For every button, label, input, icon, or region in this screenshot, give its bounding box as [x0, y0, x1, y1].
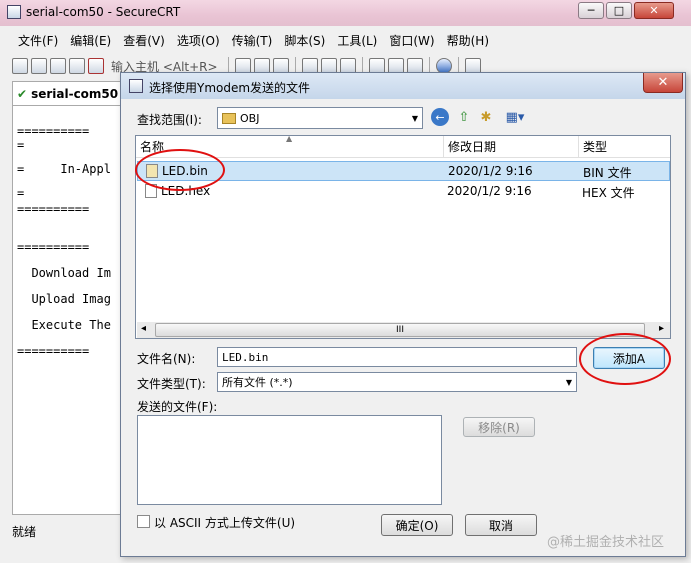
terminal-line: ==========	[17, 124, 90, 138]
filetype-combo[interactable]: 所有文件 (*.*) ▼	[217, 372, 577, 392]
terminal-line: ==========	[17, 202, 90, 216]
back-icon[interactable]: ←	[431, 108, 449, 126]
dialog-titlebar: 选择使用Ymodem发送的文件 ✕	[121, 73, 685, 99]
look-in-label: 查找范围(I):	[137, 113, 202, 127]
new-folder-icon[interactable]: ✱	[477, 108, 495, 126]
ymodem-file-dialog: 选择使用Ymodem发送的文件 ✕ 查找范围(I): OBJ ▼ ← ⇧ ✱ ▦…	[120, 72, 686, 557]
look-in-value: OBJ	[240, 111, 260, 125]
terminal-line: ==========	[17, 240, 90, 254]
status-text: 就绪	[12, 524, 37, 539]
menu-script[interactable]: 脚本(S)	[278, 30, 331, 50]
ascii-checkbox[interactable]	[137, 515, 150, 528]
cancel-button[interactable]: 取消	[465, 514, 537, 536]
terminal-line: =	[17, 138, 25, 152]
menu-bar: 文件(F) 编辑(E) 查看(V) 选项(O) 传输(T) 脚本(S) 工具(L…	[12, 30, 495, 50]
menu-help[interactable]: 帮助(H)	[441, 30, 495, 50]
annotation-ellipse	[579, 333, 671, 385]
terminal-line: Upload Imag	[17, 292, 111, 306]
menu-transfer[interactable]: 传输(T)	[226, 30, 279, 50]
connect-tab-icon[interactable]	[50, 58, 66, 74]
file-type: BIN 文件	[583, 166, 632, 180]
maximize-button[interactable]: □	[606, 2, 632, 19]
ascii-label: 以 ASCII 方式上传文件(U)	[154, 516, 296, 530]
horizontal-scrollbar[interactable]: ◂ III ▸	[137, 322, 670, 338]
terminal-line: ==========	[17, 344, 90, 358]
quick-connect-icon[interactable]	[31, 58, 47, 74]
window-titlebar: serial-com50 - SecureCRT ─ □ ✕	[0, 0, 691, 26]
connect-icon[interactable]	[12, 58, 28, 74]
minimize-button[interactable]: ─	[578, 2, 604, 19]
file-date: 2020/1/2 9:16	[447, 184, 532, 198]
disconnect-icon[interactable]	[88, 58, 104, 74]
remove-button[interactable]: 移除(R)	[463, 417, 535, 437]
menu-tools[interactable]: 工具(L)	[331, 30, 383, 50]
dialog-title: 选择使用Ymodem发送的文件	[149, 81, 311, 95]
scroll-left-icon[interactable]: ◂	[141, 323, 146, 334]
close-button[interactable]: ✕	[634, 2, 674, 19]
dialog-icon	[129, 79, 143, 93]
tab-session[interactable]: ✔ serial-com50	[12, 81, 122, 105]
view-menu-icon[interactable]: ▦▾	[501, 108, 529, 126]
annotation-ellipse	[135, 149, 225, 191]
column-header-date[interactable]: 修改日期	[444, 136, 579, 158]
terminal-line: = In-Appl	[17, 162, 111, 176]
tab-label: serial-com50	[31, 86, 119, 101]
terminal-line: =	[17, 186, 25, 200]
menu-window[interactable]: 窗口(W)	[383, 30, 440, 50]
sort-arrow-icon: ▲	[286, 135, 293, 143]
connected-check-icon: ✔	[17, 86, 28, 101]
scroll-right-icon[interactable]: ▸	[659, 323, 664, 334]
menu-view[interactable]: 查看(V)	[117, 30, 171, 50]
look-in-combo[interactable]: OBJ ▼	[217, 107, 423, 129]
ok-button[interactable]: 确定(O)	[381, 514, 453, 536]
chevron-down-icon: ▼	[411, 113, 419, 123]
sent-files-list[interactable]	[137, 415, 442, 505]
dialog-close-button[interactable]: ✕	[643, 73, 683, 93]
filename-input[interactable]: LED.bin	[217, 347, 577, 367]
up-folder-icon[interactable]: ⇧	[455, 108, 473, 126]
terminal-line: Execute The	[17, 318, 111, 332]
filetype-label: 文件类型(T):	[137, 377, 206, 391]
menu-edit[interactable]: 编辑(E)	[64, 30, 117, 50]
watermark-text: @稀土掘金技术社区	[547, 535, 665, 550]
sent-files-label: 发送的文件(F):	[137, 400, 218, 414]
window-title: serial-com50 - SecureCRT	[26, 5, 181, 19]
filename-label: 文件名(N):	[137, 352, 196, 366]
terminal-pane[interactable]: ========== = = In-Appl = ========== ====…	[12, 105, 122, 515]
filetype-value: 所有文件 (*.*)	[222, 376, 293, 389]
file-row[interactable]: LED.hex 2020/1/2 9:16 HEX 文件	[137, 182, 670, 202]
status-bar: 就绪	[0, 520, 132, 542]
chevron-down-icon: ▼	[565, 377, 573, 387]
app-icon	[7, 5, 21, 19]
column-header-type[interactable]: 类型	[579, 136, 670, 158]
folder-icon	[222, 112, 236, 124]
reconnect-icon[interactable]	[69, 58, 85, 74]
menu-file[interactable]: 文件(F)	[12, 30, 64, 50]
menu-options[interactable]: 选项(O)	[171, 30, 226, 50]
scrollbar-thumb[interactable]: III	[155, 323, 645, 337]
file-type: HEX 文件	[582, 186, 635, 200]
file-date: 2020/1/2 9:16	[448, 164, 533, 178]
terminal-line: Download Im	[17, 266, 111, 280]
